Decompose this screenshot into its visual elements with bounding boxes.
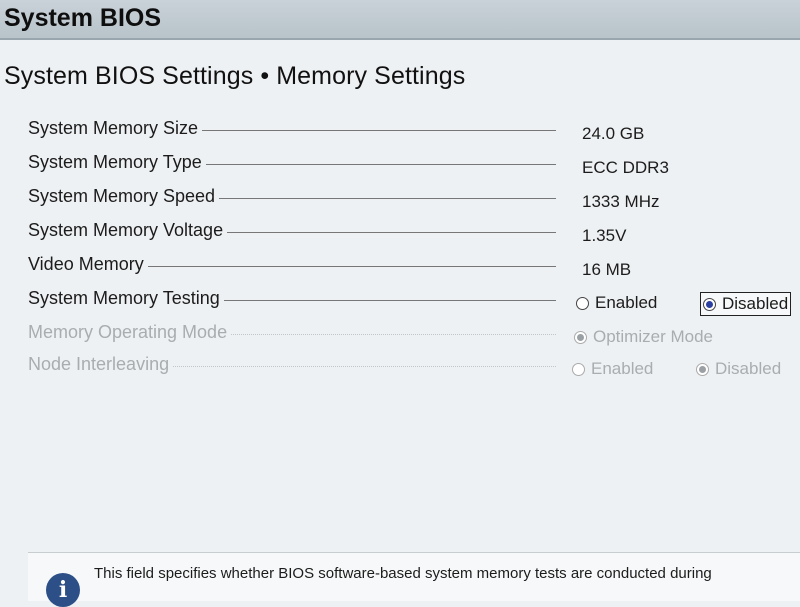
app-header: System BIOS [0,0,800,40]
radio-on-icon [696,362,709,376]
option-label: Disabled [715,359,782,378]
app-title: System BIOS [4,4,162,32]
option-label: Optimizer Mode [593,327,713,346]
help-panel: i This field specifies whether BIOS soft… [28,552,800,607]
setting-row-memory-size: System Memory Size 24.0 GB [28,118,800,148]
option-label: Enabled [591,359,654,378]
setting-row-video-memory: Video Memory 16 MB [28,254,800,284]
help-text: This field specifies whether BIOS softwa… [94,565,712,582]
setting-label: Memory Operating Mode [28,322,232,343]
setting-label: System Memory Speed [28,186,220,207]
setting-label: Node Interleaving [28,354,174,375]
setting-label: Video Memory [28,254,148,275]
setting-row-memory-speed: System Memory Speed 1333 MHz [28,186,800,216]
setting-row-memory-operating-mode: Memory Operating Mode Optimizer Mode [28,322,800,352]
info-icon: i [46,573,80,607]
setting-label: System Memory Size [28,118,203,139]
setting-value: 1333 MHz [582,192,660,211]
setting-row-memory-voltage: System Memory Voltage 1.35V [28,220,800,250]
setting-row-node-interleaving: Node Interleaving Enabled Disabled [28,354,800,384]
setting-value: 16 MB [582,260,632,279]
setting-label: System Memory Voltage [28,220,228,241]
optimizer-mode-radio: Optimizer Mode [574,326,713,348]
node-interleaving-enabled-radio: Enabled [572,358,653,380]
node-interleaving-disabled-radio: Disabled [696,358,781,380]
radio-on-icon [574,330,587,344]
radio-off-icon [576,296,589,310]
memory-testing-disabled-radio[interactable]: Disabled [700,292,792,316]
setting-label: System Memory Type [28,152,206,173]
setting-row-memory-type: System Memory Type ECC DDR3 [28,152,800,182]
setting-row-memory-testing: System Memory Testing Enabled Disabled [28,288,800,318]
memory-testing-enabled-radio[interactable]: Enabled [576,292,657,314]
setting-value: 1.35V [582,226,627,245]
setting-label: System Memory Testing [28,288,224,309]
option-label: Disabled [722,294,789,313]
setting-value: 24.0 GB [582,124,645,143]
radio-on-icon [703,297,716,311]
option-label: Enabled [595,293,658,312]
radio-off-icon [572,362,585,376]
setting-value: ECC DDR3 [582,158,669,177]
page-title: System BIOS Settings • Memory Settings [4,62,466,90]
